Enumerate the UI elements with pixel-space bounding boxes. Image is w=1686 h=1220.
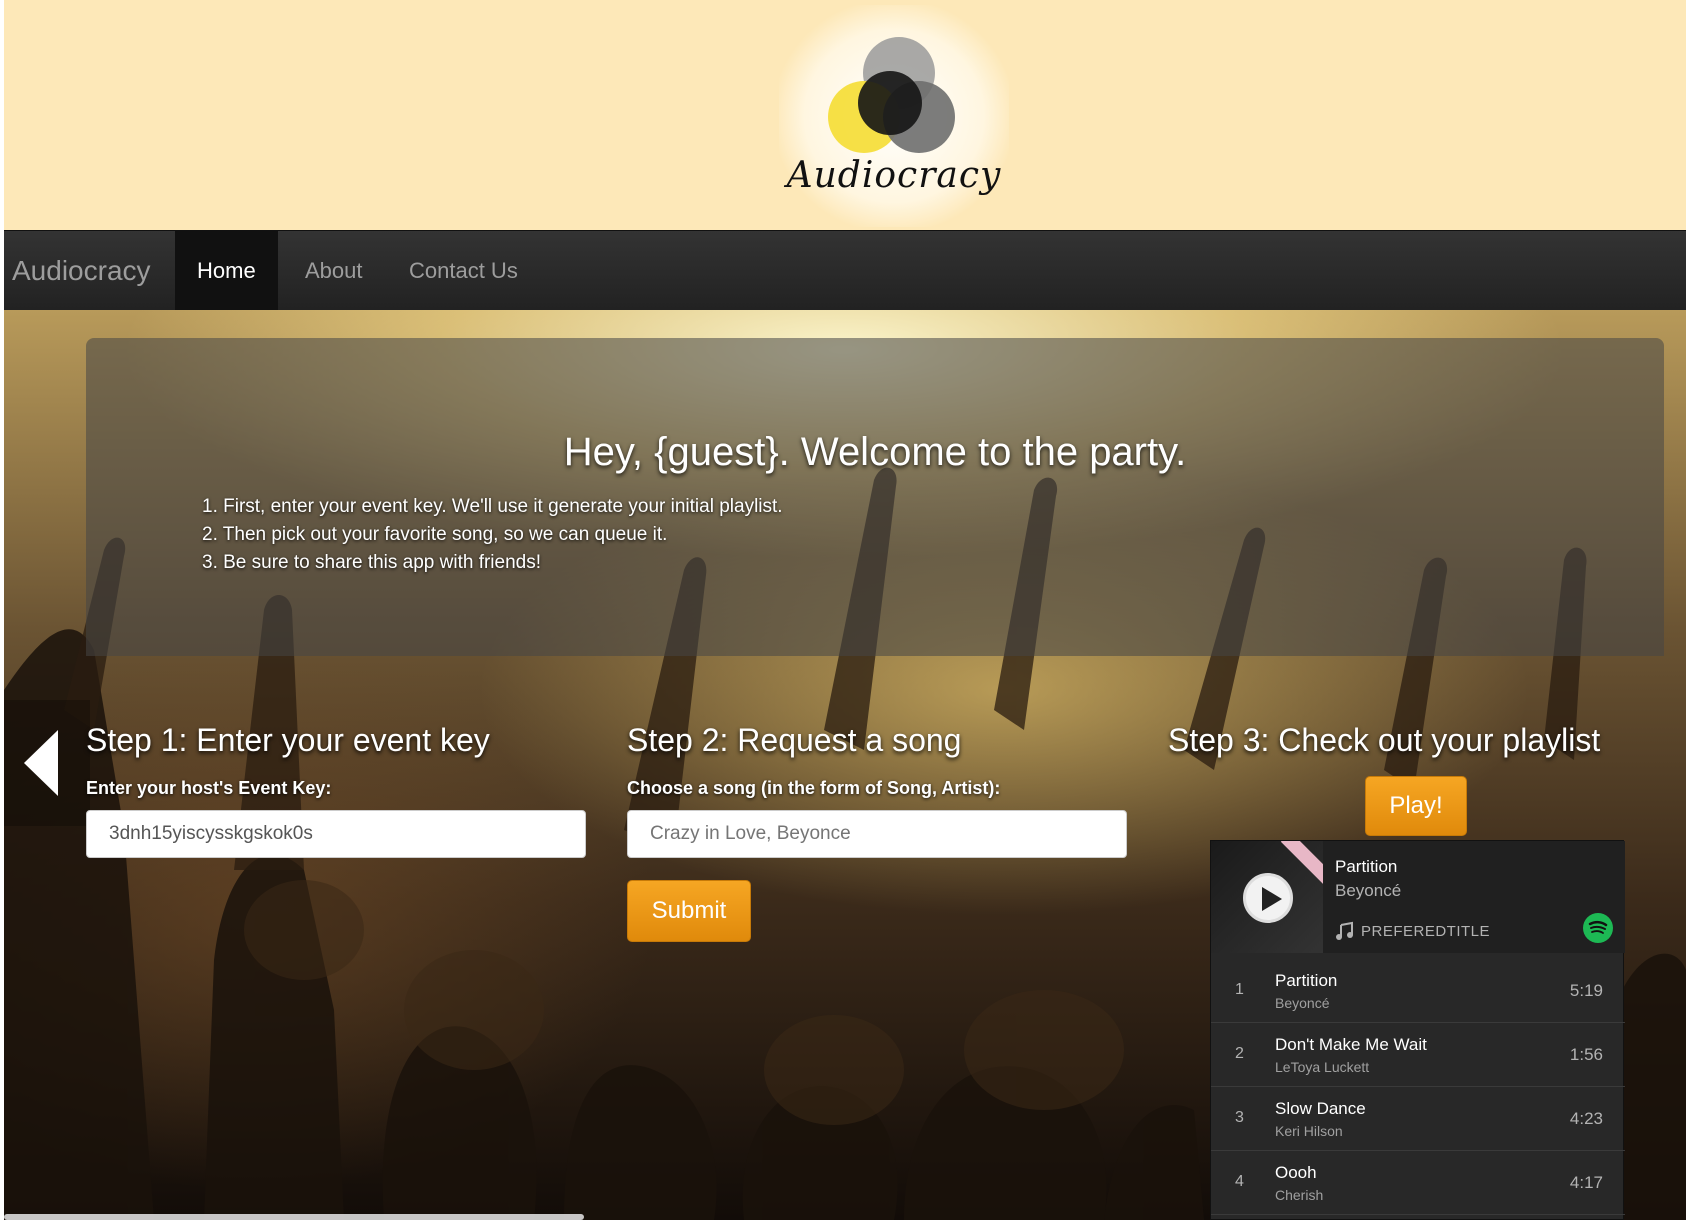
step3-title: Step 3: Check out your playlist — [1168, 722, 1601, 758]
step2-title: Step 2: Request a song — [627, 722, 962, 758]
track-name: Don't Make Me Wait — [1275, 1035, 1427, 1054]
track-artist: LeToya Luckett — [1275, 1059, 1370, 1075]
nav-home[interactable]: Home — [175, 231, 278, 311]
track-artist: Keri Hilson — [1275, 1123, 1343, 1139]
cover-ribbon — [1280, 841, 1323, 885]
instruction-item: 3. Be sure to share this app with friend… — [202, 552, 542, 573]
navbar: Audiocracy Home About Contact Us — [4, 230, 1686, 311]
instruction-item: 2. Then pick out your favorite song, so … — [202, 524, 668, 545]
site-header: Audiocracy — [4, 0, 1686, 230]
step1-title: Step 1: Enter your event key — [86, 722, 490, 758]
song-request-input[interactable] — [627, 810, 1127, 858]
track-name: Partition — [1275, 971, 1338, 990]
welcome-title: Hey, {guest}. Welcome to the party. — [563, 430, 1187, 474]
track-row[interactable]: 4 Oooh Cherish 4:17 — [1211, 1151, 1625, 1215]
instruction-item: 1. First, enter your event key. We'll us… — [202, 496, 783, 517]
track-name: Slow Dance — [1275, 1099, 1366, 1118]
horizontal-scrollbar[interactable] — [4, 1214, 584, 1220]
track-artist: Cherish — [1275, 1187, 1324, 1203]
now-playing-header: Partition Beyoncé PREFEREDTITLE — [1211, 841, 1625, 953]
spotify-icon — [1588, 920, 1608, 934]
spotify-logo[interactable] — [1583, 913, 1613, 943]
play-button[interactable]: Play! — [1365, 776, 1467, 836]
now-playing-title[interactable]: Partition — [1335, 857, 1397, 877]
track-name: Oooh — [1275, 1163, 1317, 1182]
track-row[interactable]: 2 Don't Make Me Wait LeToya Luckett 1:56 — [1211, 1023, 1625, 1087]
player-play-button[interactable] — [1243, 873, 1293, 923]
instructions-list: 1. First, enter your event key. We'll us… — [202, 493, 783, 577]
track-number: 2 — [1235, 1045, 1244, 1062]
nav-about[interactable]: About — [283, 231, 385, 311]
track-duration: 4:17 — [1569, 1173, 1603, 1192]
chevron-left-icon — [24, 730, 58, 796]
welcome-jumbotron: Hey, {guest}. Welcome to the party. 1. F… — [86, 338, 1664, 656]
track-row[interactable]: 3 Slow Dance Keri Hilson 4:23 — [1211, 1087, 1625, 1151]
event-key-label: Enter your host's Event Key: — [86, 778, 332, 798]
song-request-label: Choose a song (in the form of Song, Arti… — [627, 778, 1001, 798]
track-duration: 1:56 — [1569, 1045, 1603, 1064]
track-artist: Beyoncé — [1275, 995, 1330, 1011]
track-number: 1 — [1235, 981, 1244, 998]
carousel-prev-button[interactable] — [4, 700, 90, 826]
track-number: 4 — [1235, 1173, 1244, 1190]
nav-contact-us[interactable]: Contact Us — [387, 231, 540, 311]
track-number: 3 — [1235, 1109, 1244, 1126]
track-row[interactable]: 1 Partition Beyoncé 5:19 — [1211, 959, 1625, 1023]
music-note-icon — [1336, 921, 1353, 940]
logo[interactable]: Audiocracy — [779, 5, 1009, 227]
now-playing-artist[interactable]: Beyoncé — [1335, 881, 1401, 901]
navbar-brand[interactable]: Audiocracy — [12, 231, 171, 311]
event-key-input[interactable] — [86, 810, 586, 858]
spotify-player-widget: Partition Beyoncé PREFEREDTITLE 1 Partit… — [1210, 840, 1625, 1220]
overlapping-circles-logo-icon — [828, 37, 955, 153]
play-icon — [1262, 887, 1282, 911]
track-duration: 4:23 — [1569, 1109, 1603, 1128]
playlist-name[interactable]: PREFEREDTITLE — [1361, 923, 1490, 940]
logo-text: Audiocracy — [786, 155, 1002, 196]
track-duration: 5:19 — [1569, 981, 1603, 1000]
submit-button[interactable]: Submit — [627, 880, 751, 942]
album-cover — [1211, 841, 1323, 953]
